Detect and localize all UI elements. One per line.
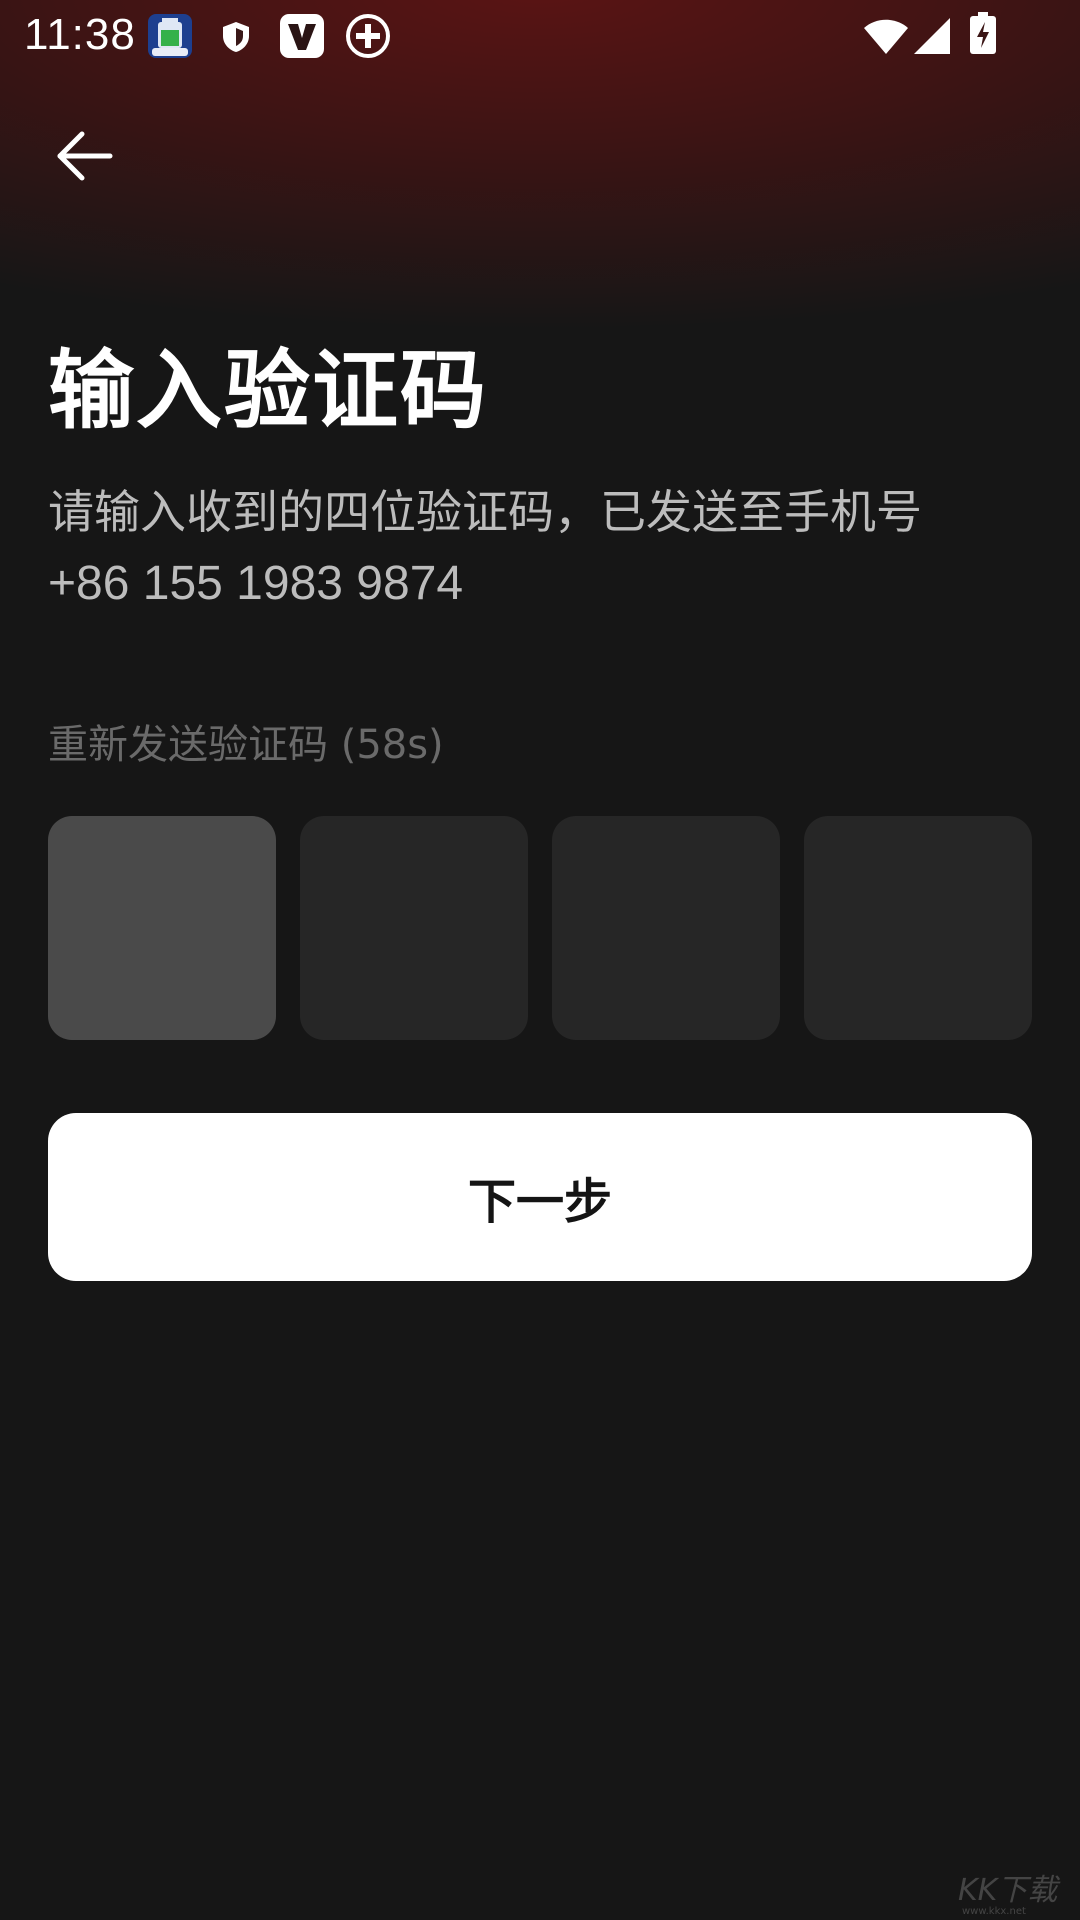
code-input-group [48,816,1032,1040]
code-digit-input[interactable] [804,816,1032,1040]
v-app-icon [280,14,324,58]
plus-circle-icon [346,14,390,58]
resend-code-link[interactable]: 重新发送验证码 (58s) [48,712,444,770]
status-bar: 11:38 [0,0,1080,72]
page-title: 输入验证码 [48,341,488,441]
verification-screen: 11:38 输入验证码 请输入收到的四位验证码，已发送至手机号 +86 155 … [0,0,1080,1920]
battery-charging-icon [970,12,996,54]
verification-instructions: 请输入收到的四位验证码，已发送至手机号 +86 155 1983 9874 [48,476,1048,620]
shield-icon [223,22,249,52]
next-step-button[interactable]: 下一步 [48,1113,1032,1281]
svg-text:www.kkx.net: www.kkx.net [962,1906,1026,1917]
svg-text:KK下载: KK下载 [958,1873,1061,1908]
phone-number: +86 155 1983 9874 [48,557,464,610]
arrow-left-icon [57,131,113,181]
code-digit-input[interactable] [552,816,780,1040]
wifi-icon [864,19,908,54]
status-time: 11:38 [24,10,136,59]
signal-icon [914,18,950,54]
back-button[interactable] [48,124,120,188]
instruction-text: 请输入收到的四位验证码，已发送至手机号 [48,485,922,539]
battery-app-icon [148,14,192,58]
code-digit-input[interactable] [48,816,276,1040]
code-digit-input[interactable] [300,816,528,1040]
watermark-logo: KK下载 www.kkx.net [958,1873,1061,1917]
